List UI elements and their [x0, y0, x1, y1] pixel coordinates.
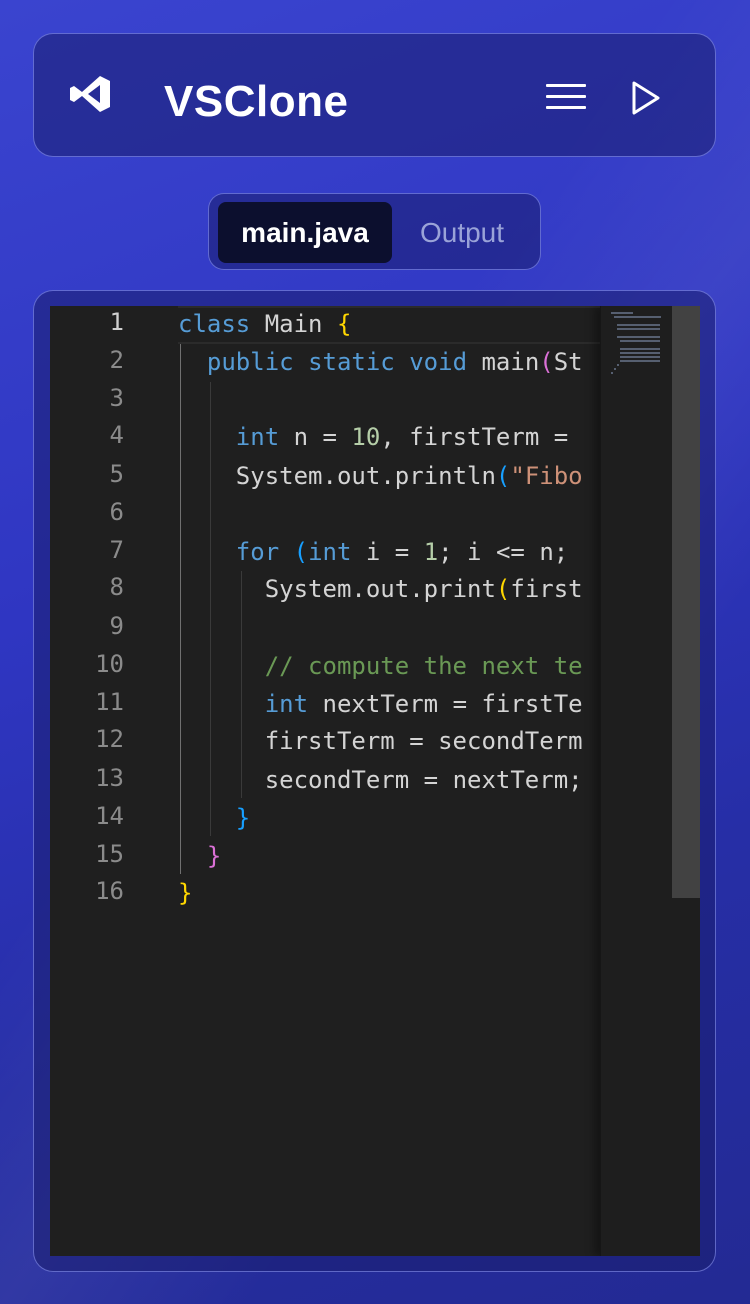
minimap-line [620, 340, 660, 342]
code-line[interactable]: } [178, 875, 192, 911]
indent-guide [180, 344, 181, 874]
minimap[interactable] [600, 306, 673, 1256]
minimap-line [614, 316, 661, 318]
tab-output[interactable]: Output [394, 202, 530, 263]
line-number: 15 [95, 840, 124, 868]
code-line[interactable]: firstTerm = secondTerm [178, 723, 583, 759]
app-title: VSClone [164, 77, 349, 126]
line-number: 12 [95, 725, 124, 753]
line-number: 2 [109, 346, 124, 374]
indent-guide [241, 571, 242, 798]
vscode-logo-icon [70, 76, 110, 112]
code-line[interactable]: public static void main(St [178, 344, 583, 380]
minimap-line [617, 324, 661, 326]
tab-main-java[interactable]: main.java [218, 202, 392, 263]
line-number: 13 [95, 764, 124, 792]
code-line[interactable]: System.out.println("Fibo [178, 458, 583, 494]
line-number: 5 [109, 460, 124, 488]
minimap-line [617, 328, 661, 330]
code-line[interactable]: // compute the next te [178, 648, 583, 684]
code-line[interactable]: int n = 10, firstTerm = [178, 419, 583, 455]
code-line[interactable]: } [178, 838, 221, 874]
line-number: 9 [109, 612, 124, 640]
minimap-line [620, 348, 660, 350]
minimap-line [620, 360, 660, 362]
minimap-line [611, 312, 633, 314]
minimap-line [620, 356, 660, 358]
minimap-line [611, 372, 613, 374]
indent-guide [210, 382, 211, 836]
line-number: 14 [95, 802, 124, 830]
code-line[interactable]: System.out.print(first [178, 571, 583, 607]
app-header: VSClone [33, 33, 716, 157]
line-number: 4 [109, 421, 124, 449]
code-line[interactable]: secondTerm = nextTerm; [178, 762, 583, 798]
line-number: 11 [95, 688, 124, 716]
line-number: 10 [95, 650, 124, 678]
code-area[interactable]: class Main { public static void main(St … [178, 306, 600, 1256]
line-number: 7 [109, 536, 124, 564]
minimap-line [617, 336, 661, 338]
line-number: 3 [109, 384, 124, 412]
scrollbar-thumb[interactable] [672, 306, 700, 898]
line-number: 16 [95, 877, 124, 905]
code-line[interactable]: int nextTerm = firstTe [178, 686, 583, 722]
line-number-gutter: 1 2 3 4 5 6 7 8 9 10 11 12 13 14 15 16 [50, 306, 150, 1256]
code-editor[interactable]: 1 2 3 4 5 6 7 8 9 10 11 12 13 14 15 16 class Main { pub… [50, 306, 700, 1256]
line-number: 6 [109, 498, 124, 526]
hamburger-menu-icon[interactable] [544, 82, 588, 112]
code-line[interactable]: } [178, 800, 250, 836]
code-line[interactable]: for (int i = 1; i <= n; [178, 534, 583, 570]
line-number: 1 [109, 308, 124, 336]
code-line[interactable]: class Main { [178, 306, 351, 342]
minimap-line [620, 352, 660, 354]
file-tabs: main.java Output [208, 193, 541, 270]
minimap-line [617, 364, 619, 366]
minimap-line [614, 368, 616, 370]
play-icon[interactable] [630, 80, 662, 116]
line-number: 8 [109, 573, 124, 601]
